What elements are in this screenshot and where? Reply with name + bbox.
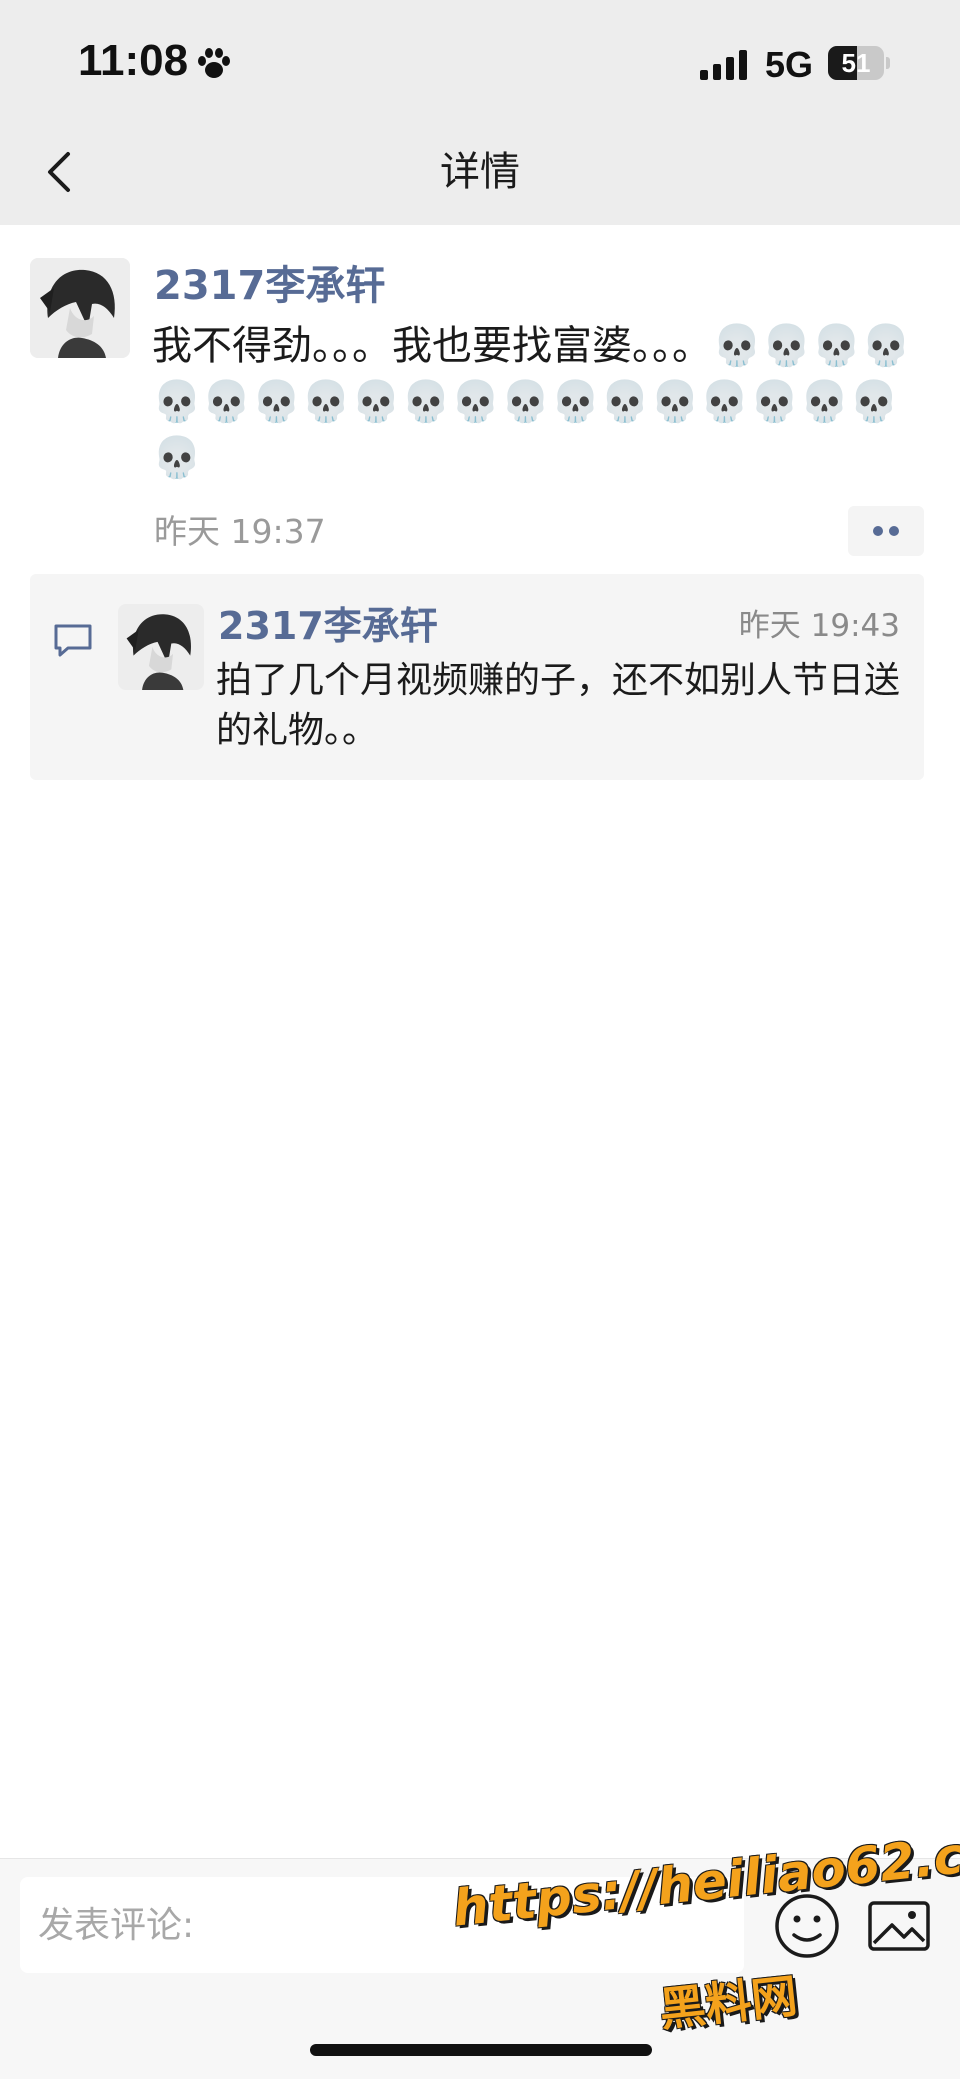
avatar-image — [30, 258, 130, 358]
post-text: 我不得劲。。。我也要找富婆。。。💀💀💀💀💀💀💀💀💀💀💀💀💀💀💀💀💀💀💀💀 — [152, 323, 912, 481]
post-author[interactable]: 2317李承轩 — [154, 260, 385, 312]
network-label: 5G — [765, 44, 814, 85]
signal-icon — [700, 50, 747, 80]
avatar-image — [118, 604, 204, 690]
more-dots-icon — [873, 526, 883, 536]
more-button[interactable] — [848, 506, 924, 556]
page-title: 详情 — [440, 149, 520, 195]
image-button[interactable] — [864, 1891, 934, 1961]
reply-text[interactable]: 拍了几个月视频赚的子，还不如别人节日送的礼物。。 — [216, 656, 916, 756]
status-bar: 11:08 5G 51 — [0, 0, 960, 120]
post-time: 昨天 19:37 — [154, 512, 326, 551]
reply-author[interactable]: 2317李承轩 — [218, 600, 438, 652]
battery-level: 51 — [841, 48, 871, 78]
post-avatar[interactable] — [30, 258, 130, 358]
home-indicator — [310, 2044, 652, 2056]
reply-time: 昨天 19:43 — [738, 608, 900, 644]
paw-icon — [198, 48, 230, 78]
comment-icon — [54, 624, 92, 657]
status-time: 11:08 — [78, 36, 189, 85]
nav-bar: 详情 — [0, 120, 960, 225]
reply-avatar[interactable] — [118, 604, 204, 690]
battery-icon: 51 — [828, 46, 890, 80]
